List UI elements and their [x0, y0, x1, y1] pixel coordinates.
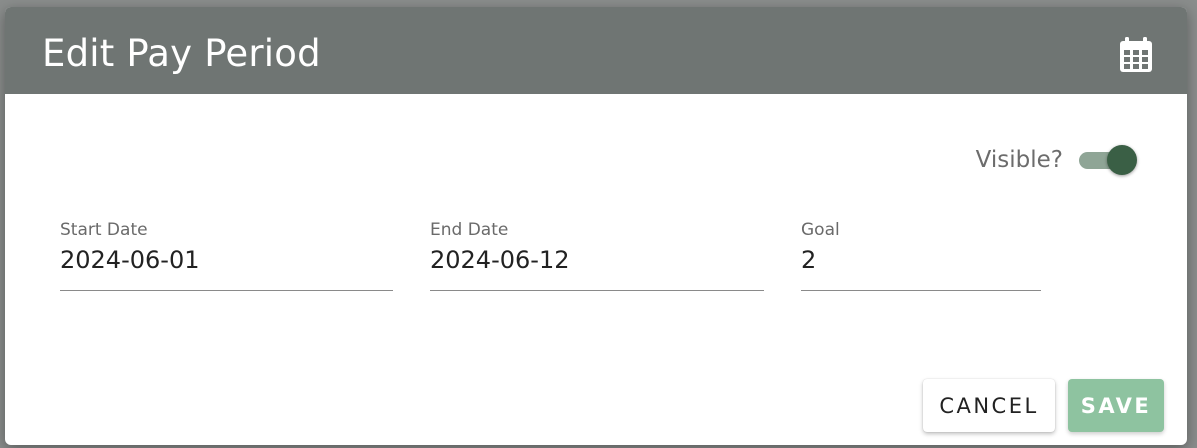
dialog-header: Edit Pay Period [5, 7, 1187, 94]
switch-thumb [1107, 145, 1137, 175]
goal-label: Goal [801, 220, 840, 240]
save-button[interactable]: SAVE [1068, 379, 1164, 432]
visible-label: Visible? [975, 147, 1063, 173]
end-date-label: End Date [430, 220, 509, 240]
edit-pay-period-dialog: Edit Pay Period Visible? Start Date 2024… [5, 7, 1187, 445]
dialog-title: Edit Pay Period [42, 32, 321, 75]
visible-switch[interactable] [1079, 145, 1137, 175]
end-date-field: End Date 2024-06-12 [430, 220, 764, 291]
goal-field: Goal 2 [801, 220, 1041, 291]
start-date-input[interactable]: 2024-06-01 [60, 246, 393, 276]
calendar-icon [1120, 37, 1152, 72]
cancel-button[interactable]: CANCEL [923, 379, 1055, 432]
end-date-input[interactable]: 2024-06-12 [430, 246, 764, 276]
start-date-underline [60, 290, 393, 291]
goal-input[interactable]: 2 [801, 246, 1041, 276]
start-date-field: Start Date 2024-06-01 [60, 220, 393, 291]
goal-underline [801, 290, 1041, 291]
visible-toggle-row: Visible? [976, 145, 1137, 175]
end-date-underline [430, 290, 764, 291]
start-date-label: Start Date [60, 220, 148, 240]
